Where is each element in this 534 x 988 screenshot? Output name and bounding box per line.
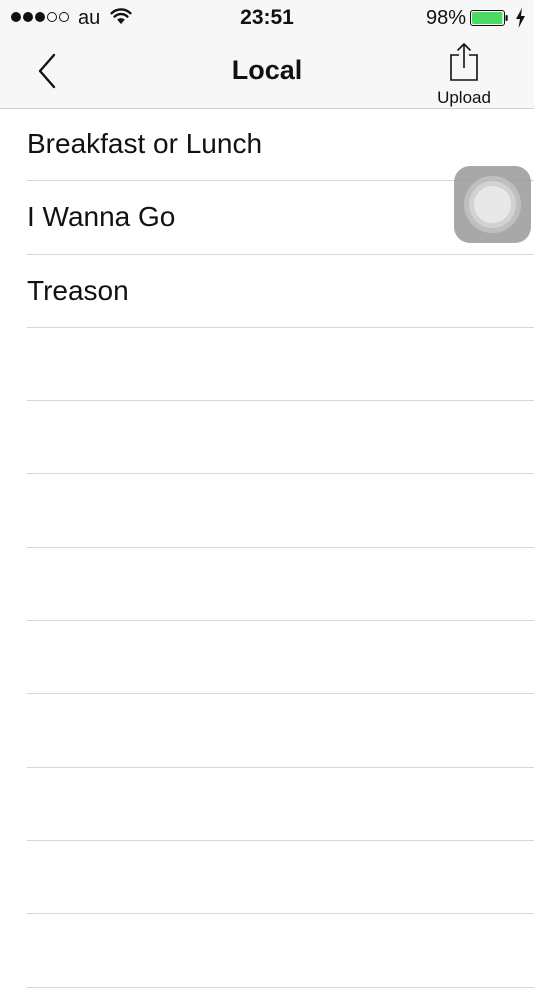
list-item[interactable]: Treason	[0, 255, 534, 329]
status-bar: au 23:51 98%	[0, 0, 534, 36]
list-item-empty	[0, 841, 534, 915]
navigation-header: au 23:51 98% Local Upload	[0, 0, 534, 109]
assistive-touch-button[interactable]	[454, 166, 531, 243]
file-list: Breakfast or Lunch I Wanna Go Treason	[0, 108, 534, 988]
list-item-empty	[0, 328, 534, 402]
charging-bolt-icon	[516, 8, 525, 28]
upload-button[interactable]: Upload	[428, 40, 500, 107]
assistive-touch-ring	[474, 186, 511, 223]
list-item-empty	[0, 694, 534, 768]
list-item-empty	[0, 621, 534, 695]
list-item-label: I Wanna Go	[27, 201, 176, 233]
list-item-empty	[0, 474, 534, 549]
list-item-label: Breakfast or Lunch	[27, 128, 263, 159]
list-item-empty	[0, 914, 534, 988]
list-item-empty	[0, 401, 534, 475]
list-item-empty	[0, 768, 534, 842]
upload-label: Upload	[437, 88, 491, 107]
battery-percentage: 98%	[425, 7, 466, 29]
battery-icon	[470, 10, 508, 26]
list-item-label: Treason	[27, 274, 129, 306]
share-upload-icon	[450, 43, 478, 81]
list-item-empty	[0, 548, 534, 622]
list-item[interactable]: Breakfast or Lunch	[0, 108, 534, 182]
